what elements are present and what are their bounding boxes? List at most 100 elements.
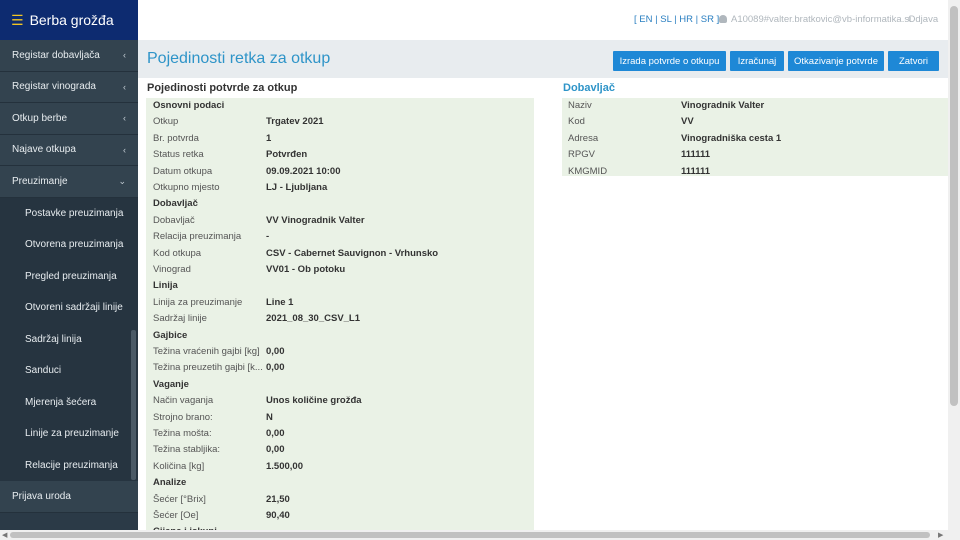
detail-row: Otkup Trgatev 2021 [146, 114, 534, 130]
sidebar-subitem-sadrzaj-linija[interactable]: Sadržaj linija [0, 323, 138, 355]
sidebar-item-label: Otkup berbe [12, 112, 68, 124]
field-label: Relacija preuzimanja [153, 231, 242, 243]
sidebar-item-registar-vinograda[interactable]: Registar vinograda ‹ [0, 71, 138, 103]
group-title: Analize [153, 477, 187, 489]
sidebar-item-prijava-uroda[interactable]: Prijava uroda [0, 481, 138, 513]
detail-row: Otkupno mjesto LJ - Ljubljana [146, 180, 534, 196]
app-title: Berba grožđa [29, 12, 114, 28]
field-value: - [266, 231, 270, 243]
cancel-confirmation-button[interactable]: Otkazivanje potvrde [788, 51, 884, 71]
close-button[interactable]: Zatvori [888, 51, 939, 71]
detail-row: Vinograd VV01 - Ob potoku [146, 262, 534, 278]
field-value: 111111 [681, 149, 711, 161]
horizontal-scrollbar[interactable]: ◀ ▶ [0, 530, 948, 540]
sidebar-scrollbar[interactable] [131, 330, 136, 480]
field-value: Potvrđen [266, 149, 308, 161]
hamburger-menu-icon[interactable]: ☰ [11, 12, 24, 29]
lang-link-sr[interactable]: SR [701, 14, 714, 25]
language-switcher: [ EN | SL | HR | SR ] [634, 14, 719, 25]
detail-row: Kod otkupa CSV - Cabernet Sauvignon - Vrh… [146, 246, 534, 262]
lang-link-en[interactable]: EN [639, 14, 652, 25]
group-header: Linija [146, 278, 534, 294]
field-value: 21,50 [266, 493, 290, 505]
chevron-left-icon: ‹ [123, 113, 126, 124]
field-value: Vinogradniška cesta 1 [681, 132, 782, 144]
create-confirmation-button[interactable]: Izrada potvrde o otkupu [613, 51, 726, 71]
vertical-scrollbar[interactable] [948, 0, 960, 540]
detail-row: Relacija preuzimanja - [146, 229, 534, 245]
group-title: Osnovni podaci [153, 100, 225, 111]
detail-row: Strojno brano: N [146, 410, 534, 426]
group-header: Vaganje [146, 377, 534, 393]
user-email: A10089#valter.bratkovic@vb-informatika.s… [731, 14, 912, 25]
detail-row: Kod VV [562, 114, 948, 130]
group-title: Linija [153, 280, 178, 292]
sidebar-subitem-sanduci[interactable]: Sanduci [0, 355, 138, 387]
lang-link-sl[interactable]: SL [660, 14, 671, 25]
field-label: Strojno brano: [153, 411, 213, 423]
detail-row: Datum otkupa 09.09.2021 10:00 [146, 164, 534, 180]
user-info: A10089#valter.bratkovic@vb-informatika.s… [719, 14, 911, 25]
chevron-left-icon: ‹ [123, 50, 126, 61]
sidebar-item-preuzimanje[interactable]: Preuzimanje ⌄ [0, 166, 138, 198]
sidebar-subitem-linije-za-preuzimanje[interactable]: Linije za preuzimanje [0, 418, 138, 450]
lang-separator: | [655, 14, 658, 25]
field-label: Linija za preuzimanje [153, 296, 243, 308]
sidebar-subitem-otvoreni-sadrzaji-linije[interactable]: Otvoreni sadržaji linije [0, 292, 138, 324]
user-icon [719, 15, 727, 23]
detail-row: KMGMID 111111 [562, 164, 948, 180]
sidebar-item-label: Najave otkupa [12, 144, 76, 156]
sidebar-subitem-relacije-preuzimanja[interactable]: Relacije preuzimanja [0, 449, 138, 481]
sidebar-item-otkup-berbe[interactable]: Otkup berbe ‹ [0, 103, 138, 135]
sidebar-subitem-otvorena-preuzimanja[interactable]: Otvorena preuzimanja [0, 229, 138, 261]
group-header: Dobavljač [146, 196, 534, 212]
chevron-down-icon: ⌄ [118, 175, 126, 186]
lang-separator: | [674, 14, 677, 25]
logout-link[interactable]: Odjava [908, 14, 938, 25]
field-label: RPGV [568, 149, 595, 161]
field-value: 2021_08_30_CSV_L1 [266, 313, 361, 325]
field-value: VV [681, 116, 694, 128]
sidebar-subitem-mjerenja-secera[interactable]: Mjerenja šećera [0, 386, 138, 418]
chevron-left-icon: ‹ [123, 144, 126, 155]
field-label: Br. potvrda [153, 132, 199, 144]
sidebar: ☰ Berba grožđa Registar dobavljača ‹ Reg… [0, 0, 138, 540]
lang-separator: | [695, 14, 699, 25]
detail-row: Šećer [°Brix] 21,50 [146, 492, 534, 508]
detail-row: Sadržaj linije 2021_08_30_CSV_L1 [146, 311, 534, 327]
field-label: Kod otkupa [153, 247, 202, 259]
group-title: Dobavljač [153, 198, 198, 210]
field-label: Datum otkupa [153, 165, 213, 177]
sidebar-subitem-pregled-preuzimanja[interactable]: Pregled preuzimanja [0, 260, 138, 292]
detail-row: Br. potvrda 1 [146, 131, 534, 147]
field-label: Naziv [568, 100, 592, 111]
detail-row: Naziv Vinogradnik Valter [562, 98, 948, 114]
sidebar-item-najave-otkupa[interactable]: Najave otkupa ‹ [0, 134, 138, 166]
bracket-open: [ [634, 14, 637, 25]
field-value: VV01 - Ob potoku [266, 264, 346, 275]
scroll-left-icon[interactable]: ◀ [2, 531, 7, 539]
field-value: VV Vinogradnik Valter [266, 214, 365, 226]
horizontal-scroll-thumb[interactable] [10, 532, 930, 538]
right-section-title: Dobavljač [563, 82, 615, 94]
detail-row: Težina preuzetih gajbi [k... 0,00 [146, 360, 534, 376]
field-label: Kod [568, 116, 585, 128]
sidebar-subitem-postavke-preuzimanja[interactable]: Postavke preuzimanja [0, 197, 138, 229]
field-value: 111111 [681, 165, 711, 177]
supplier-panel: Naziv Vinogradnik Valter Kod VV Adresa Vinogr… [562, 98, 948, 177]
group-title: Vaganje [153, 378, 189, 390]
field-value: 1.500,00 [266, 460, 303, 472]
field-value: Unos količine grožđa [266, 395, 362, 407]
sidebar-item-registar-dobavljaca[interactable]: Registar dobavljača ‹ [0, 40, 138, 72]
detail-row: Težina mošta: 0,00 [146, 426, 534, 442]
field-value: 0,00 [266, 444, 285, 456]
lang-link-hr[interactable]: HR [679, 14, 693, 25]
field-value: 90,40 [266, 510, 290, 521]
group-header: Gajbice [146, 328, 534, 344]
field-value: 09.09.2021 10:00 [266, 165, 341, 177]
vertical-scroll-thumb[interactable] [950, 6, 958, 406]
detail-row: Količina [kg] 1.500,00 [146, 459, 534, 475]
calculate-button[interactable]: Izračunaj [730, 51, 784, 71]
app-brand[interactable]: ☰ Berba grožđa [0, 0, 138, 40]
scroll-right-icon[interactable]: ▶ [938, 531, 943, 539]
